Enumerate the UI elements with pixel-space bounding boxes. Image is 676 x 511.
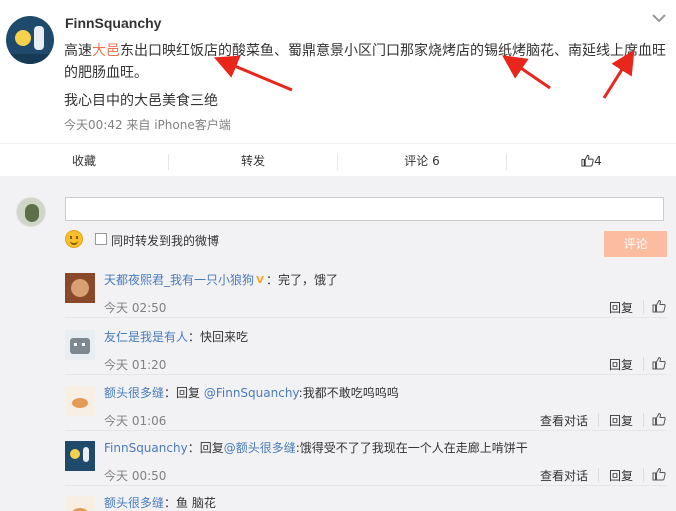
comment-text: FinnSquanchy：回复@额头很多缝:饿得受不了了我现在一个人在走廊上啃饼… xyxy=(104,439,528,457)
commenter-avatar[interactable] xyxy=(65,386,95,416)
post-text-part: 高速 xyxy=(64,43,92,59)
commenter-name[interactable]: 天都夜熙君_我有一只小狼狗 xyxy=(104,273,254,287)
post-text-part: 的肥肠血旺。 xyxy=(64,65,148,81)
favorite-button[interactable]: 收藏 xyxy=(0,144,168,178)
comment-sep: ： xyxy=(188,330,201,344)
post-meta: 今天00:42 来自 iPhone客户端 xyxy=(64,118,231,132)
comment-button[interactable]: 评论 6 xyxy=(338,144,506,178)
comment-text: 天都夜熙君_我有一只小狼狗 V ：完了，饿了 xyxy=(104,271,338,289)
comment-section: 同时转发到我的微博 评论 天都夜熙君_我有一只小狼狗 V ：完了，饿了 今天 02:… xyxy=(0,177,676,511)
comment-item: 额头很多缝：鱼 脑花 xyxy=(0,494,676,511)
comment-sep: ： xyxy=(266,273,279,287)
emoji-smile-icon[interactable] xyxy=(65,230,83,248)
commenter-avatar[interactable] xyxy=(65,496,95,511)
mention-link[interactable]: @FinnSquanchy xyxy=(204,386,299,400)
commenter-avatar[interactable] xyxy=(65,441,95,471)
divider xyxy=(598,413,599,427)
comment-separator xyxy=(65,430,667,431)
thumbs-up-icon[interactable] xyxy=(652,299,666,313)
repost-button[interactable]: 转发 xyxy=(169,144,337,178)
comment-time: 今天 01:06 xyxy=(104,414,167,428)
like-button[interactable]: 4 xyxy=(507,144,676,178)
mention-link[interactable]: @额头很多缝 xyxy=(224,441,296,455)
comment-body: :我都不敢吃呜呜呜 xyxy=(298,386,399,400)
comment-item: 友仁是我是有人：快回来吃 今天 01:20 回复 xyxy=(0,328,676,384)
divider xyxy=(643,468,644,482)
comment-sep: ： xyxy=(164,496,177,510)
commenter-name[interactable]: 友仁是我是有人 xyxy=(104,330,188,344)
comment-time: 今天 02:50 xyxy=(104,301,167,315)
divider xyxy=(598,468,599,482)
author-avatar[interactable] xyxy=(6,16,54,64)
comment-text: 友仁是我是有人：快回来吃 xyxy=(104,328,248,346)
post-text: 高速大邑东出口映红饭店的酸菜鱼、蜀鼎意景小区门口那家烧烤店的锡纸烤脑花、南延线上… xyxy=(64,40,670,84)
action-bar: 收藏 转发 评论 6 4 xyxy=(0,143,676,177)
reply-button[interactable]: 回复 xyxy=(609,356,633,373)
comment-sep: ：回复 xyxy=(164,386,204,400)
comment-separator xyxy=(65,374,667,375)
post: FinnSquanchy 高速大邑东出口映红饭店的酸菜鱼、蜀鼎意景小区门口那家烧… xyxy=(0,0,676,143)
comment-time: 今天 01:20 xyxy=(104,358,167,372)
divider xyxy=(643,413,644,427)
commenter-avatar[interactable] xyxy=(65,273,95,303)
ground-graphic xyxy=(6,54,54,64)
commenter-name[interactable]: FinnSquanchy xyxy=(104,441,188,455)
author-username[interactable]: FinnSquanchy xyxy=(65,15,161,31)
figure-graphic xyxy=(34,26,44,50)
thumbs-up-icon[interactable] xyxy=(652,467,666,481)
commenter-name[interactable]: 额头很多缝 xyxy=(104,496,164,510)
post-text-line3: 我心目中的大邑美食三绝 xyxy=(64,93,218,109)
moon-graphic xyxy=(15,30,31,46)
comment-input[interactable] xyxy=(65,197,664,221)
comment-separator xyxy=(65,317,667,318)
thumbs-up-icon xyxy=(581,154,594,167)
comment-item: FinnSquanchy：回复@额头很多缝:饿得受不了了我现在一个人在走廊上啃饼… xyxy=(0,439,676,495)
comment-time: 今天 00:50 xyxy=(104,469,167,483)
reply-button[interactable]: 回复 xyxy=(609,467,633,484)
reply-button[interactable]: 回复 xyxy=(609,299,633,316)
comment-body: 快回来吃 xyxy=(200,330,249,344)
thumbs-up-icon[interactable] xyxy=(652,412,666,426)
divider xyxy=(643,300,644,314)
view-conversation-button[interactable]: 查看对话 xyxy=(540,467,588,484)
chevron-down-icon[interactable] xyxy=(651,12,667,26)
comment-item: 额头很多缝：回复 @FinnSquanchy:我都不敢吃呜呜呜 今天 01:06… xyxy=(0,384,676,440)
forward-label: 同时转发到我的微博 xyxy=(111,234,220,248)
current-user-avatar xyxy=(16,197,46,227)
like-count: 4 xyxy=(594,154,602,168)
commenter-avatar[interactable] xyxy=(65,330,95,360)
comment-body: 鱼 脑花 xyxy=(176,496,216,510)
submit-comment-button[interactable]: 评论 xyxy=(604,231,667,257)
comment-separator xyxy=(65,485,667,486)
comment-body: 完了，饿了 xyxy=(278,273,339,287)
verified-v-icon: V xyxy=(256,274,264,286)
forward-checkbox[interactable] xyxy=(95,233,107,245)
post-text-part: 东出口映红饭店的酸菜鱼、蜀鼎意景小区门口那家烧烤店的锡纸烤脑花、南延线上席血旺 xyxy=(120,43,666,59)
comment-text: 额头很多缝：鱼 脑花 xyxy=(104,494,216,511)
view-conversation-button[interactable]: 查看对话 xyxy=(540,412,588,429)
weibo-post-card: FinnSquanchy 高速大邑东出口映红饭店的酸菜鱼、蜀鼎意景小区门口那家烧… xyxy=(0,0,676,511)
comment-text: 额头很多缝：回复 @FinnSquanchy:我都不敢吃呜呜呜 xyxy=(104,384,399,402)
thumbs-up-icon[interactable] xyxy=(652,356,666,370)
post-topic-link[interactable]: 大邑 xyxy=(92,43,120,59)
divider xyxy=(643,357,644,371)
comment-body: :饿得受不了了我现在一个人在走廊上啃饼干 xyxy=(295,441,528,455)
reply-button[interactable]: 回复 xyxy=(609,412,633,429)
comment-sep: ：回复 xyxy=(187,441,224,455)
commenter-name[interactable]: 额头很多缝 xyxy=(104,386,164,400)
comment-item: 天都夜熙君_我有一只小狼狗 V ：完了，饿了 今天 02:50 回复 xyxy=(0,271,676,327)
